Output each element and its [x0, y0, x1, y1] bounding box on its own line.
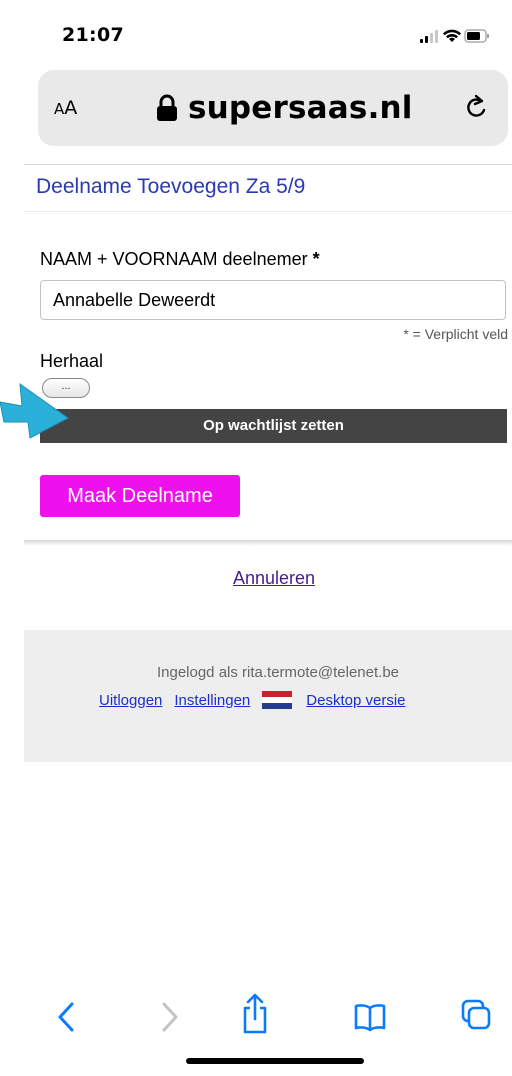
- tabs-icon[interactable]: [460, 998, 492, 1032]
- title-divider: [24, 211, 512, 212]
- signal-icon: [420, 30, 438, 43]
- home-indicator[interactable]: [186, 1058, 364, 1064]
- url-domain[interactable]: supersaas.nl: [156, 70, 413, 146]
- waitlist-button[interactable]: Op wachtlijst zetten: [40, 409, 507, 443]
- logout-link[interactable]: Uitloggen: [99, 692, 162, 709]
- status-time: 21:07: [62, 24, 124, 46]
- aa-large: A: [64, 97, 78, 119]
- cancel-link-text[interactable]: Annuleren: [233, 568, 315, 588]
- back-icon[interactable]: [56, 1000, 76, 1034]
- page-title: Deelname Toevoegen Za 5/9: [36, 175, 306, 198]
- status-bar: 21:07: [0, 0, 512, 64]
- submit-button[interactable]: Maak Deelname: [40, 475, 240, 517]
- name-input[interactable]: Annabelle Deweerdt: [40, 280, 506, 320]
- netherlands-flag-icon[interactable]: [262, 691, 293, 709]
- booking-form: Deelname Toevoegen Za 5/9 NAAM + VOORNAA…: [24, 164, 512, 542]
- required-marker: *: [312, 249, 320, 269]
- status-icons: [420, 29, 489, 43]
- share-icon[interactable]: [240, 992, 270, 1036]
- cancel-link[interactable]: Annuleren: [0, 568, 512, 589]
- reload-icon[interactable]: [464, 94, 490, 122]
- footer-links: Uitloggen Instellingen Desktop versie: [99, 688, 406, 712]
- forward-icon[interactable]: [160, 1000, 180, 1034]
- address-bar[interactable]: AA supersaas.nl: [38, 70, 508, 146]
- name-field-label: NAAM + VOORNAAM deelnemer *: [40, 249, 320, 270]
- footer: Ingelogd als rita.termote@telenet.be Uit…: [24, 630, 512, 762]
- aa-small: A: [54, 100, 65, 118]
- repeat-label: Herhaal: [40, 351, 104, 371]
- bookmarks-icon[interactable]: [354, 1002, 386, 1032]
- lock-icon: [157, 94, 177, 121]
- page-shadow: [24, 540, 512, 546]
- battery-icon: [464, 29, 489, 43]
- text-size-button[interactable]: AA: [54, 70, 77, 146]
- settings-link[interactable]: Instellingen: [174, 692, 250, 709]
- domain-text: supersaas.nl: [188, 90, 413, 126]
- name-label-text: NAAM + VOORNAAM deelnemer: [40, 249, 308, 269]
- logged-in-text: Ingelogd als rita.termote@telenet.be: [156, 664, 400, 681]
- required-note: * = Verplicht veld: [403, 326, 508, 342]
- pointer-arrow-icon: [0, 382, 69, 439]
- desktop-version-link[interactable]: Desktop versie: [306, 692, 405, 709]
- wifi-icon: [443, 29, 461, 42]
